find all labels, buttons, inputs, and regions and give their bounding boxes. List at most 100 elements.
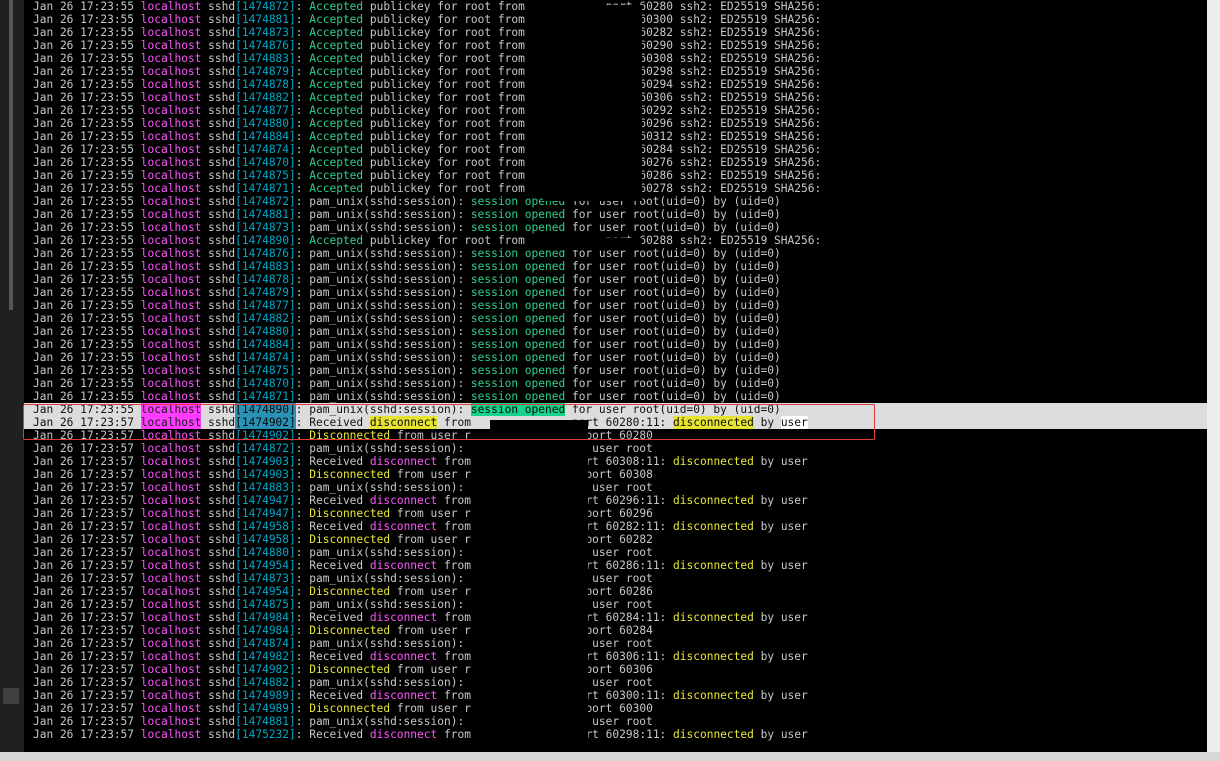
accepted-word: Accepted: [309, 13, 364, 26]
log-line[interactable]: Jan 26 17:23:57 localhost sshd[1475232]:…: [24, 728, 1207, 741]
log-timestamp: Jan 26 17:23:57: [33, 585, 135, 598]
log-line[interactable]: Jan 26 17:23:57 localhost sshd[1474982]:…: [24, 663, 1207, 676]
log-pid: 1474877: [241, 299, 290, 312]
log-pid: 1474880: [241, 325, 290, 338]
log-message: publickey for root from: [363, 13, 532, 26]
log-message: publickey for root from: [363, 78, 532, 91]
pid-bracket: ]: [289, 494, 296, 507]
log-line[interactable]: Jan 26 17:23:57 localhost sshd[1474872]:…: [24, 442, 1207, 455]
log-timestamp: Jan 26 17:23:57: [33, 676, 135, 689]
log-line[interactable]: Jan 26 17:23:57 localhost sshd[1474954]:…: [24, 559, 1207, 572]
log-line[interactable]: Jan 26 17:23:55 localhost sshd[1474879]:…: [24, 286, 1207, 299]
log-line[interactable]: Jan 26 17:23:57 localhost sshd[1474903]:…: [24, 455, 1207, 468]
log-timestamp: Jan 26 17:23:55: [33, 377, 135, 390]
port-number: 60282: [619, 533, 653, 546]
log-line[interactable]: Jan 26 17:23:57 localhost sshd[1474989]:…: [24, 689, 1207, 702]
ssh2-label: ssh2:: [673, 65, 721, 78]
log-timestamp: Jan 26 17:23:55: [33, 247, 135, 260]
log-pid: 1474883: [241, 52, 290, 65]
log-timestamp: Jan 26 17:23:57: [33, 533, 135, 546]
log-line[interactable]: Jan 26 17:23:57 localhost sshd[1474958]:…: [24, 520, 1207, 533]
log-line[interactable]: Jan 26 17:23:57 localhost sshd[1474883]:…: [24, 481, 1207, 494]
log-process: sshd: [208, 130, 236, 143]
log-pid: 1474882: [241, 312, 290, 325]
log-line[interactable]: Jan 26 17:23:55 localhost sshd[1474884]:…: [24, 338, 1207, 351]
log-timestamp: Jan 26 17:23:55: [33, 338, 135, 351]
log-line[interactable]: Jan 26 17:23:57 localhost sshd[1474873]:…: [24, 572, 1207, 585]
log-line[interactable]: Jan 26 17:23:55 localhost sshd[1474875]:…: [24, 364, 1207, 377]
log-line[interactable]: Jan 26 17:23:57 localhost sshd[1474984]:…: [24, 624, 1207, 637]
log-process: sshd: [208, 13, 236, 26]
log-line[interactable]: Jan 26 17:23:57 localhost sshd[1474882]:…: [24, 676, 1207, 689]
log-process: sshd: [208, 572, 236, 585]
log-line[interactable]: Jan 26 17:23:57 localhost sshd[1474947]:…: [24, 507, 1207, 520]
log-line[interactable]: Jan 26 17:23:57 localhost sshd[1474881]:…: [24, 715, 1207, 728]
pid-bracket: ]: [289, 234, 296, 247]
log-pid: 1474873: [241, 221, 290, 234]
pid-bracket: ]: [289, 39, 296, 52]
log-timestamp: Jan 26 17:23:57: [33, 689, 135, 702]
log-sep: :: [295, 208, 310, 221]
disconnected-word: Disconnected: [309, 468, 391, 481]
log-line[interactable]: Jan 26 17:23:55 localhost sshd[1474873]:…: [24, 221, 1207, 234]
log-process: sshd: [208, 338, 236, 351]
log-line[interactable]: Jan 26 17:23:57 localhost sshd[1474875]:…: [24, 598, 1207, 611]
horizontal-scrollbar[interactable]: [0, 752, 1220, 761]
pid-bracket: ]: [289, 156, 296, 169]
log-line[interactable]: Jan 26 17:23:57 localhost sshd[1474989]:…: [24, 702, 1207, 715]
log-timestamp: Jan 26 17:23:55: [33, 208, 135, 221]
log-message: from user r: [390, 468, 471, 481]
log-line[interactable]: Jan 26 17:23:55 localhost sshd[1474871]:…: [24, 390, 1207, 403]
pam-label: pam_unix(sshd:session):: [309, 208, 471, 221]
pid-bracket: [: [235, 676, 242, 689]
log-timestamp: Jan 26 17:23:57: [33, 546, 135, 559]
log-message: for user root(uid=0) by (uid=0): [565, 260, 781, 273]
log-timestamp: Jan 26 17:23:55: [33, 91, 135, 104]
pid-bracket: [: [235, 130, 242, 143]
pam-label: pam_unix(sshd:session):: [309, 572, 471, 585]
pid-bracket: [: [235, 260, 242, 273]
log-timestamp: Jan 26 17:23:57: [33, 559, 135, 572]
log-sep: :: [295, 221, 310, 234]
log-pid: 1474958: [241, 533, 290, 546]
log-timestamp: Jan 26 17:23:57: [33, 715, 135, 728]
log-timestamp: Jan 26 17:23:57: [33, 637, 135, 650]
log-hostname: localhost: [140, 377, 202, 390]
pid-bracket: ]: [289, 65, 296, 78]
log-line[interactable]: Jan 26 17:23:57 localhost sshd[1474903]:…: [24, 468, 1207, 481]
log-line[interactable]: Jan 26 17:23:57 localhost sshd[1474954]:…: [24, 585, 1207, 598]
pid-bracket: [: [235, 221, 242, 234]
pid-bracket: ]: [289, 728, 296, 741]
log-line[interactable]: Jan 26 17:23:57 localhost sshd[1474880]:…: [24, 546, 1207, 559]
ssh2-label: ssh2:: [673, 143, 721, 156]
pid-bracket: ]: [289, 715, 296, 728]
log-hostname: localhost: [140, 676, 202, 689]
log-hostname: localhost: [140, 728, 202, 741]
ssh2-label: ssh2:: [673, 156, 721, 169]
log-line[interactable]: Jan 26 17:23:55 localhost sshd[1474880]:…: [24, 325, 1207, 338]
log-pid: 1474947: [241, 494, 290, 507]
log-line[interactable]: Jan 26 17:23:57 localhost sshd[1474982]:…: [24, 650, 1207, 663]
pam-label: pam_unix(sshd:session):: [309, 286, 471, 299]
port-number: 60296: [605, 494, 640, 507]
pid-bracket: ]: [289, 260, 296, 273]
ssh2-label: ssh2:: [673, 117, 721, 130]
log-hostname: localhost: [140, 507, 202, 520]
log-line[interactable]: Jan 26 17:23:55 localhost sshd[1474877]:…: [24, 299, 1207, 312]
log-line[interactable]: Jan 26 17:23:55 localhost sshd[1474874]:…: [24, 351, 1207, 364]
key-fingerprint: ED25519 SHA256:: [720, 0, 822, 13]
log-line[interactable]: Jan 26 17:23:57 localhost sshd[1474958]:…: [24, 533, 1207, 546]
pid-bracket: [: [235, 533, 242, 546]
log-line[interactable]: Jan 26 17:23:57 localhost sshd[1474947]:…: [24, 494, 1207, 507]
log-line[interactable]: Jan 26 17:23:57 localhost sshd[1474984]:…: [24, 611, 1207, 624]
pid-bracket: [: [235, 247, 242, 260]
log-line[interactable]: Jan 26 17:23:55 localhost sshd[1474882]:…: [24, 312, 1207, 325]
log-line[interactable]: Jan 26 17:23:55 localhost sshd[1474878]:…: [24, 273, 1207, 286]
log-line[interactable]: Jan 26 17:23:57 localhost sshd[1474874]:…: [24, 637, 1207, 650]
gutter-scroll-thumb[interactable]: [3, 688, 19, 704]
log-hostname: localhost: [140, 13, 202, 26]
log-line[interactable]: Jan 26 17:23:55 localhost sshd[1474881]:…: [24, 208, 1207, 221]
terminal-output[interactable]: Jan 26 17:23:55 localhost sshd[1474872]:…: [24, 0, 1207, 752]
log-timestamp: Jan 26 17:23:55: [33, 390, 135, 403]
log-line[interactable]: Jan 26 17:23:55 localhost sshd[1474870]:…: [24, 377, 1207, 390]
